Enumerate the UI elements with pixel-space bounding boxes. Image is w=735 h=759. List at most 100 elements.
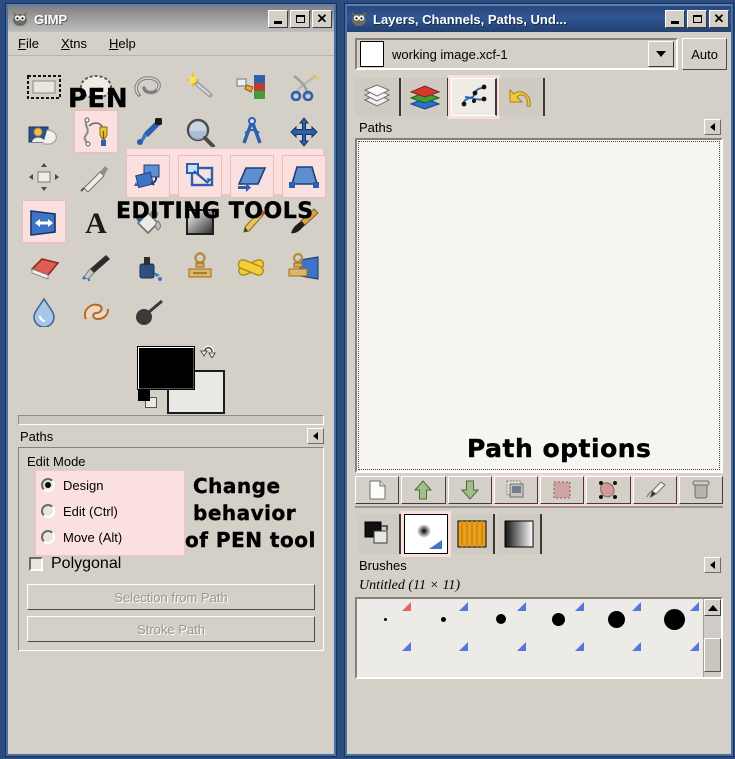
path-to-selection-button[interactable] [540,476,585,504]
brush-item[interactable] [415,599,473,639]
brush-item[interactable] [530,639,588,677]
delete-path-button[interactable] [678,476,723,504]
tool-grid: A [12,60,330,334]
foreground-select-tool[interactable] [18,109,70,154]
close-button[interactable]: ✕ [312,10,332,28]
annotation-behavior: behavior [193,501,297,525]
toolbox-titlebar[interactable]: GIMP ✕ [8,6,334,32]
radio-move-indicator [41,530,55,544]
brush-item[interactable] [357,599,415,639]
brush-item[interactable] [472,599,530,639]
scroll-up-arrow-icon[interactable] [704,599,721,616]
toolbox-body: A PEN EDITING TOOLS Paths Edit Mode Desi… [8,56,334,754]
paths-tool[interactable] [70,109,122,154]
smudge-tool[interactable] [70,289,122,334]
brush-item[interactable] [645,639,703,677]
brush-item[interactable] [415,639,473,677]
tab-brushes[interactable] [404,514,448,554]
text-tool[interactable]: A [70,199,122,244]
auto-button[interactable]: Auto [682,38,727,70]
align-tool[interactable] [18,154,70,199]
brush-item[interactable] [645,599,703,639]
flip-tool[interactable] [18,199,70,244]
stroke-path-button[interactable] [632,476,677,504]
tab-patterns[interactable] [451,514,495,554]
eraser-tool[interactable] [18,244,70,289]
rect-select-tool[interactable] [18,64,70,109]
free-select-tool[interactable] [122,64,174,109]
dock-titlebar[interactable]: Layers, Channels, Paths, Und... ✕ [347,6,731,32]
foreground-color-swatch[interactable] [137,346,195,390]
dock-body: working image.xcf-1 Auto Paths Path opti… [347,32,731,754]
annotation-editing-tools: EDITING TOOLS [116,199,314,224]
brush-marker-icon [574,602,584,611]
tab-menu-triangle-icon[interactable] [704,119,721,135]
clone-tool[interactable] [174,244,226,289]
selection-from-path-button[interactable]: Selection from Path [27,584,315,610]
duplicate-path-button[interactable] [493,476,538,504]
tab-channels[interactable] [403,78,449,116]
new-path-button[interactable] [355,476,400,504]
gimp-wilber-icon [351,11,369,27]
close-button[interactable]: ✕ [709,10,729,28]
stroke-path-button[interactable]: Stroke Path [27,616,315,642]
brush-marker-icon [690,602,699,611]
brush-item[interactable] [357,639,415,677]
brush-dock-tab-row [351,508,727,554]
color-picker-tool[interactable] [122,109,174,154]
tab-paths[interactable] [451,78,497,116]
brushes-scrollbar[interactable] [703,599,721,677]
perspective-tool[interactable] [278,154,330,199]
heal-tool[interactable] [226,244,278,289]
toolbox-separator [18,415,324,425]
raise-path-button[interactable] [401,476,446,504]
blur-sharpen-tool[interactable] [18,289,70,334]
menu-xtns[interactable]: Xtns [61,36,87,51]
ink-tool[interactable] [122,244,174,289]
brush-item[interactable] [530,599,588,639]
paths-panel-header: Paths [351,116,727,138]
zoom-tool[interactable] [174,109,226,154]
chevron-down-icon[interactable] [648,41,675,67]
tab-menu-triangle-icon[interactable] [307,428,324,444]
brush-item[interactable] [588,599,646,639]
minimize-button[interactable] [268,10,288,28]
crop-tool[interactable] [70,154,122,199]
airbrush-tool[interactable] [70,244,122,289]
move-tool[interactable] [278,109,330,154]
gimp-dock-window: Layers, Channels, Paths, Und... ✕ workin… [345,4,733,756]
tab-menu-triangle-icon[interactable] [704,557,721,573]
paths-list[interactable]: Path options [355,138,723,473]
dodge-burn-tool[interactable] [122,289,174,334]
brushes-grid-frame[interactable] [355,597,723,679]
scale-tool[interactable] [174,154,226,199]
dock-title: Layers, Channels, Paths, Und... [373,11,567,27]
perspective-clone-tool[interactable] [278,244,330,289]
tab-layers[interactable] [355,78,401,116]
maximize-button[interactable] [687,10,707,28]
brush-item[interactable] [588,639,646,677]
brush-marker-icon [517,602,526,611]
toolbox-window-buttons: ✕ [268,10,332,28]
maximize-button[interactable] [290,10,310,28]
fuzzy-select-tool[interactable] [174,64,226,109]
scrollbar-thumb[interactable] [704,638,721,672]
image-selector-value: working image.xcf-1 [392,46,508,62]
menu-help[interactable]: Help [109,36,136,51]
selection-to-path-button[interactable] [586,476,631,504]
image-selector[interactable]: working image.xcf-1 [355,38,679,70]
tab-gradients[interactable] [498,514,542,554]
tab-colors[interactable] [357,514,401,554]
scissors-select-tool[interactable] [278,64,330,109]
lower-path-button[interactable] [447,476,492,504]
select-by-color-tool[interactable] [226,64,278,109]
shear-tool[interactable] [226,154,278,199]
swap-colors-icon[interactable] [200,340,218,359]
minimize-button[interactable] [665,10,685,28]
measure-tool[interactable] [226,109,278,154]
brush-item[interactable] [472,639,530,677]
menu-file[interactable]: File [18,36,39,51]
reset-colors-icon[interactable] [138,390,160,410]
tab-undo-history[interactable] [499,78,545,116]
rotate-tool[interactable] [122,154,174,199]
